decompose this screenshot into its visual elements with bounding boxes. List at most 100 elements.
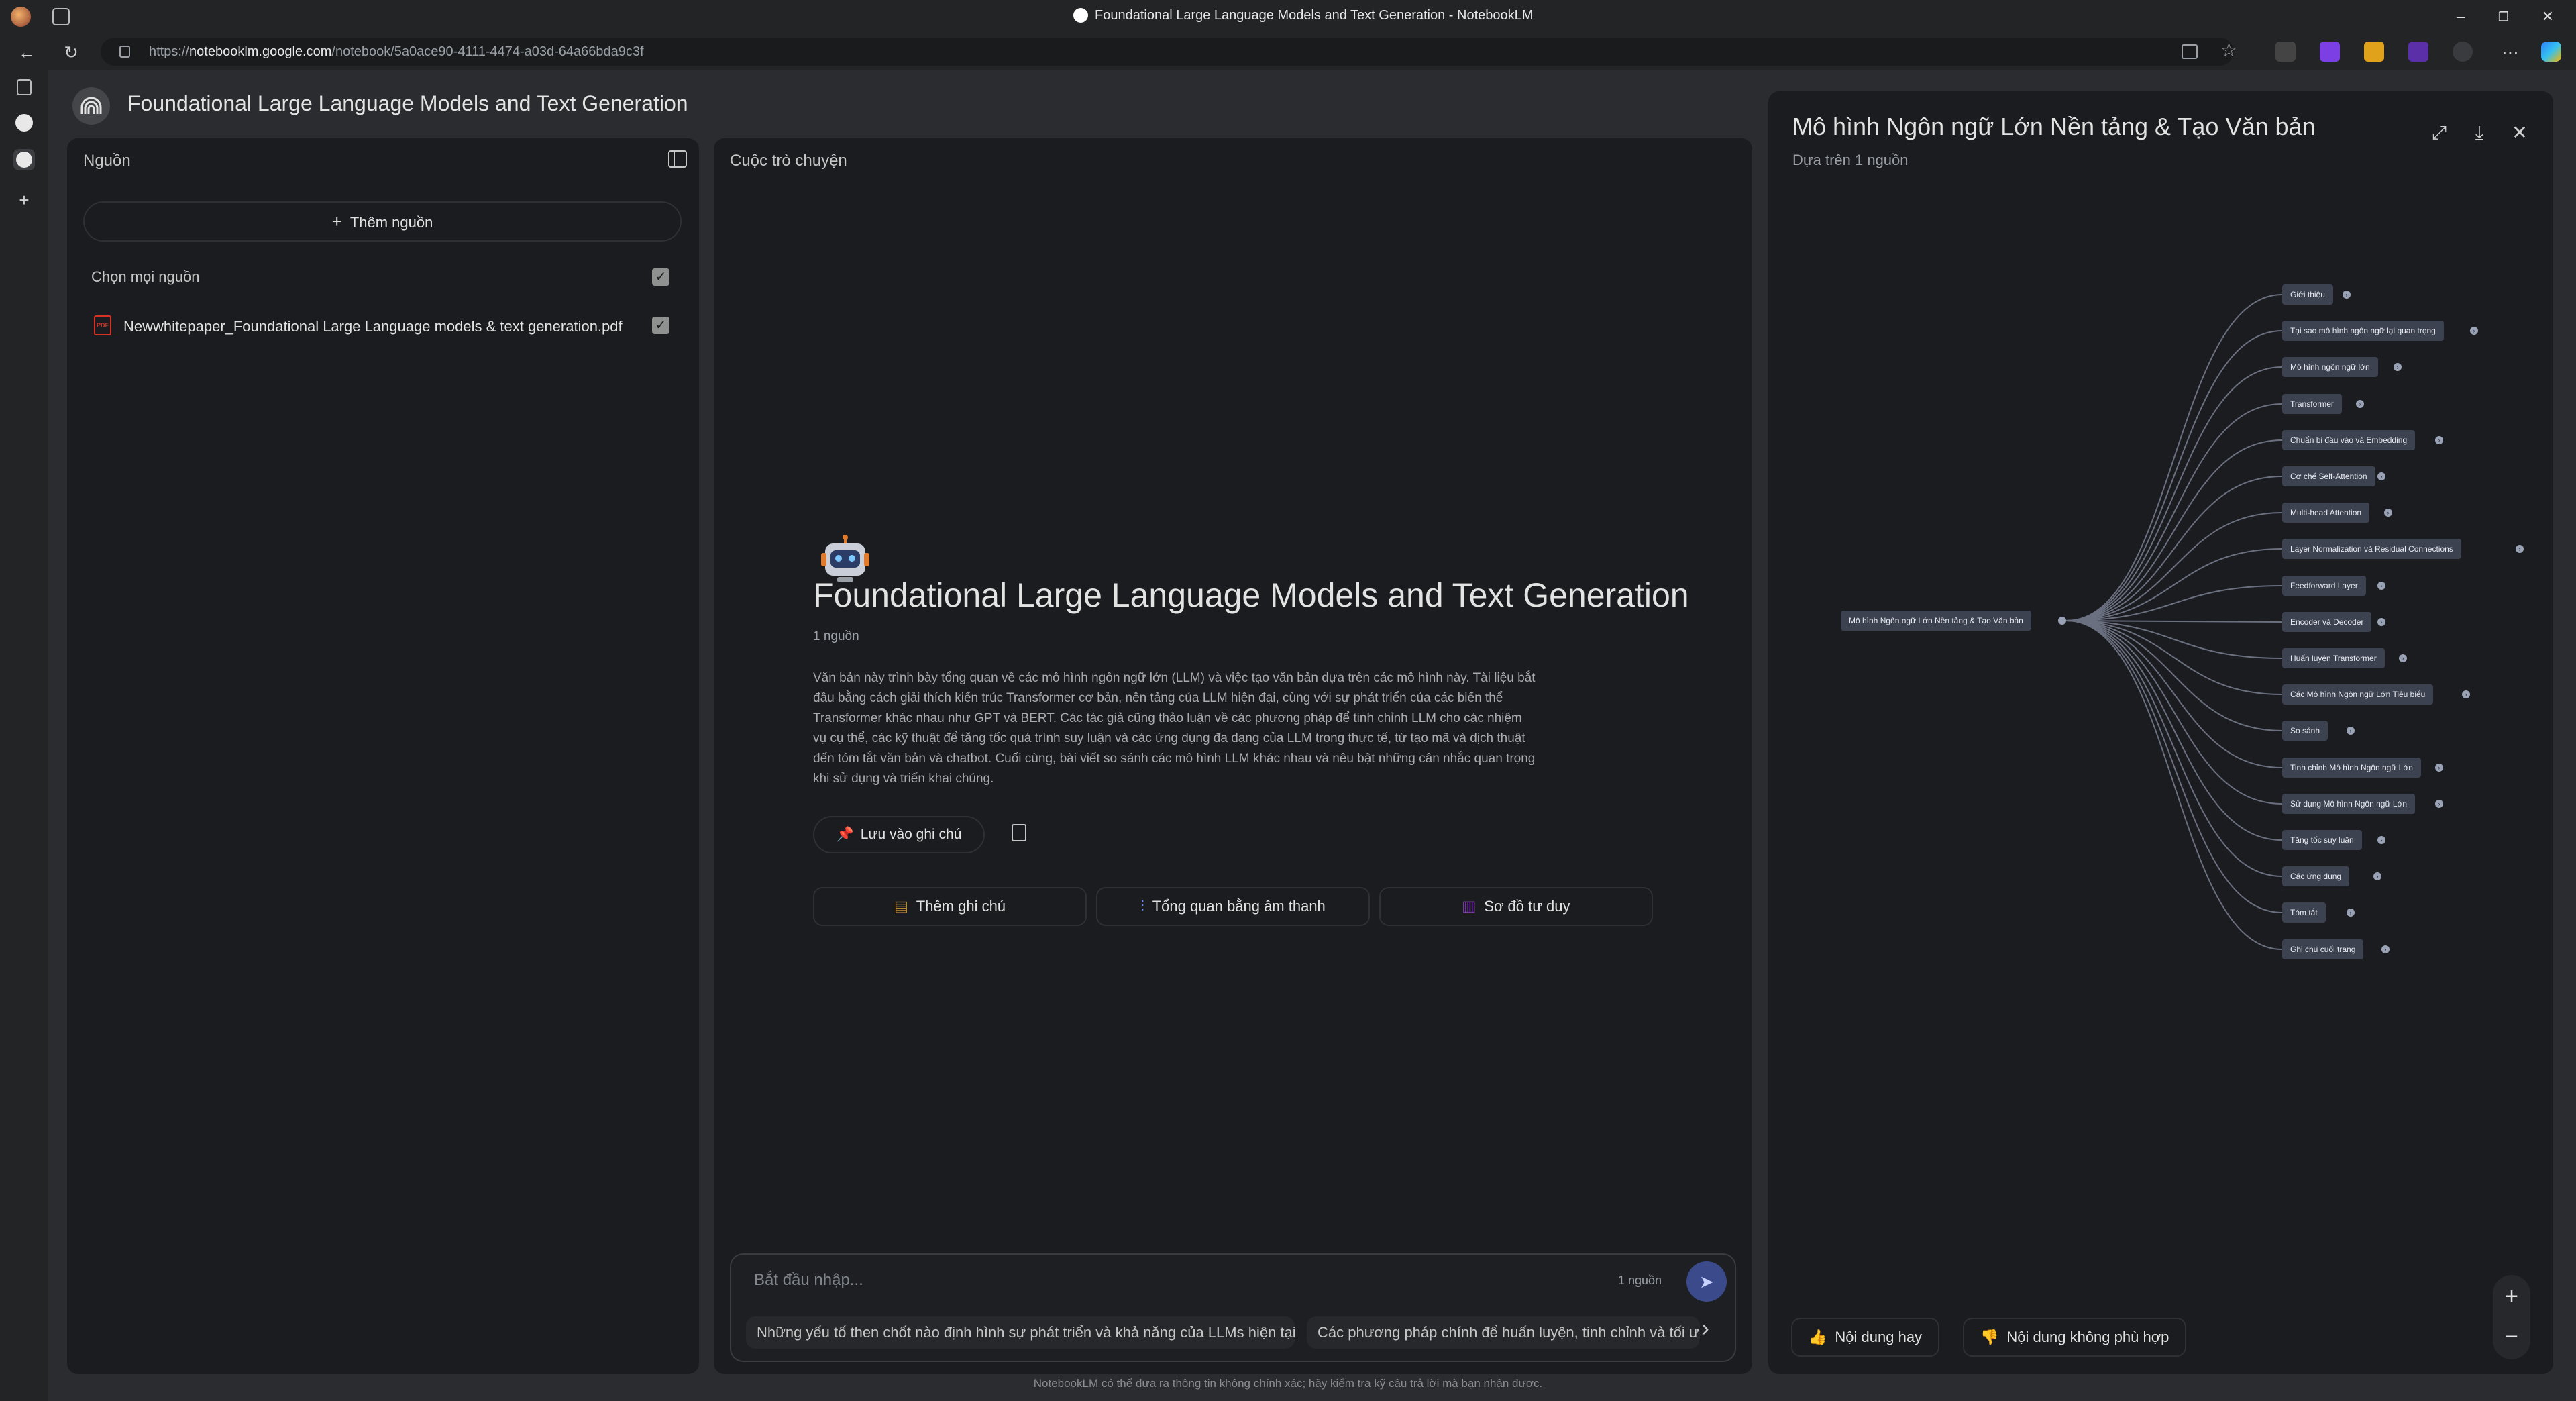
pdf-icon: PDF <box>94 315 111 335</box>
suggestion-chip[interactable]: Những yếu tố then chốt nào định hình sự … <box>746 1316 1295 1349</box>
lock-icon <box>119 46 130 58</box>
mind-map-node[interactable]: Giới thiệu <box>2282 284 2333 305</box>
mind-map-node[interactable]: Tăng tốc suy luận <box>2282 830 2362 850</box>
mind-map-expand-dot[interactable]: › <box>2356 400 2364 408</box>
good-content-button[interactable]: 👍 Nội dung hay <box>1791 1318 1940 1357</box>
restore-button[interactable]: ❐ <box>2490 5 2517 28</box>
collapse-panel-icon[interactable] <box>668 150 687 168</box>
tab-actions-icon[interactable] <box>17 79 32 95</box>
mind-map-edge <box>2065 366 2283 621</box>
back-button[interactable]: ← <box>13 39 40 66</box>
audio-overview-button[interactable]: ⫶ Tổng quan bằng âm thanh <box>1096 887 1370 926</box>
extension-icon[interactable] <box>2364 42 2384 62</box>
mind-map-root-node[interactable]: Mô hình Ngôn ngữ Lớn Nền tảng & Tạo Văn … <box>1841 611 2031 631</box>
mind-map-expand-dot[interactable]: › <box>2347 727 2355 735</box>
next-suggestions-button[interactable]: › <box>1701 1314 1709 1342</box>
mind-map-node[interactable]: Multi-head Attention <box>2282 503 2370 523</box>
chat-notebook-title: Foundational Large Language Models and T… <box>813 576 1689 614</box>
mind-map-expand-dot[interactable]: › <box>2435 764 2443 772</box>
extension-icon[interactable] <box>2320 42 2340 62</box>
add-source-button[interactable]: + Thêm nguồn <box>83 201 682 242</box>
extensions-puzzle-icon[interactable] <box>2453 42 2473 62</box>
mind-map-expand-dot[interactable]: › <box>2381 945 2390 953</box>
notebook-title[interactable]: Foundational Large Language Models and T… <box>127 91 688 116</box>
select-all-checkbox[interactable]: ✓ <box>652 268 669 286</box>
mind-map-expand-dot[interactable]: › <box>2377 836 2385 844</box>
chat-input[interactable]: Bắt đầu nhập... <box>754 1271 863 1290</box>
zoom-out-button[interactable]: − <box>2493 1318 2530 1355</box>
mind-map-edge <box>2065 620 2283 768</box>
mind-map-node[interactable]: Tóm tắt <box>2282 902 2326 923</box>
tab-notebooklm[interactable] <box>15 114 33 132</box>
mind-map-button[interactable]: ▥ Sơ đồ tư duy <box>1379 887 1653 926</box>
source-item-name[interactable]: Newwhitepaper_Foundational Large Languag… <box>123 318 623 335</box>
mind-map-node[interactable]: Transformer <box>2282 394 2342 414</box>
zoom-in-button[interactable]: + <box>2493 1278 2530 1315</box>
input-source-count: 1 nguồn <box>1618 1274 1662 1287</box>
copilot-icon[interactable] <box>2541 42 2561 62</box>
copy-icon[interactable] <box>1012 824 1026 841</box>
extension-icon[interactable] <box>2408 42 2428 62</box>
mind-map-node[interactable]: Feedforward Layer <box>2282 576 2366 596</box>
tab-notebooklm-active[interactable] <box>13 149 35 170</box>
mind-map-node[interactable]: Ghi chú cuối trang <box>2282 939 2364 959</box>
mind-map-edge <box>2065 294 2283 621</box>
mind-map-node[interactable]: Chuẩn bị đầu vào và Embedding <box>2282 430 2416 450</box>
select-all-label: Chọn mọi nguồn <box>91 268 200 285</box>
suggestion-chip[interactable]: Các phương pháp chính để huấn luyện, tin… <box>1307 1316 1700 1349</box>
mind-map-expand-dot[interactable]: › <box>2516 545 2524 553</box>
mind-map-edge <box>2065 620 2283 805</box>
url-text[interactable]: https://notebooklm.google.com/notebook/5… <box>149 44 644 60</box>
mind-map-expand-dot[interactable]: › <box>2470 327 2478 335</box>
send-button[interactable]: ➤ <box>1686 1261 1727 1302</box>
browser-menu-button[interactable]: ⋯ <box>2497 39 2524 66</box>
mind-map-node[interactable]: Layer Normalization và Residual Connecti… <box>2282 539 2461 559</box>
mind-map-expand-dot[interactable]: › <box>2347 909 2355 917</box>
reload-button[interactable]: ↻ <box>58 39 85 66</box>
mind-map-expand-dot[interactable]: › <box>2394 363 2402 371</box>
mind-map-expand-dot[interactable]: › <box>2377 582 2385 590</box>
reader-mode-icon[interactable] <box>2182 44 2198 59</box>
mind-map-node[interactable]: Tinh chỉnh Mô hình Ngôn ngữ Lớn <box>2282 758 2421 778</box>
bookmark-star-icon[interactable]: ☆ <box>2220 39 2237 61</box>
mind-map-node[interactable]: Cơ chế Self-Attention <box>2282 466 2375 486</box>
mind-map-node[interactable]: Các ứng dụng <box>2282 866 2350 886</box>
mind-map-edge <box>2065 439 2283 621</box>
extension-icon[interactable] <box>2275 42 2296 62</box>
window-title: Foundational Large Language Models and T… <box>1073 8 1533 23</box>
notebook-summary: Văn bản này trình bày tổng quan về các m… <box>813 671 1536 786</box>
workspace-icon[interactable] <box>52 8 70 25</box>
add-note-button[interactable]: ▤ Thêm ghi chú <box>813 887 1087 926</box>
mind-map-node[interactable]: Encoder và Decoder <box>2282 612 2372 632</box>
mind-map-node[interactable]: Các Mô hình Ngôn ngữ Lớn Tiêu biểu <box>2282 684 2434 705</box>
browser-profile-icon[interactable] <box>11 7 31 27</box>
save-to-note-button[interactable]: 📌 Lưu vào ghi chú <box>813 816 985 853</box>
mind-map-expand-dot[interactable]: › <box>2399 654 2407 662</box>
thumbs-down-icon: 👎 <box>1980 1329 1999 1345</box>
mind-map-node[interactable]: Huấn luyện Transformer <box>2282 648 2385 668</box>
minimize-button[interactable]: – <box>2447 5 2474 28</box>
bad-content-button[interactable]: 👎 Nội dung không phù hợp <box>1963 1318 2187 1357</box>
audio-waveform-icon: ⫶ <box>1140 898 1144 915</box>
mind-map-expand-dot[interactable]: › <box>2462 690 2470 698</box>
mind-map-node[interactable]: Mô hình ngôn ngữ lớn <box>2282 357 2378 377</box>
window-close-button[interactable]: ✕ <box>2534 5 2561 28</box>
mind-map-node[interactable]: Tại sao mô hình ngôn ngữ lại quan trọng <box>2282 321 2444 341</box>
mind-map-expand-dot[interactable]: › <box>2373 872 2381 880</box>
mind-map-expand-dot[interactable]: › <box>2384 509 2392 517</box>
mind-map-expand-dot[interactable]: › <box>2435 436 2443 444</box>
notebooklm-logo-icon <box>80 97 102 114</box>
mind-map-expand-dot[interactable]: › <box>2377 618 2385 626</box>
note-icon: ▤ <box>894 898 908 915</box>
mind-map-expand-dot[interactable]: › <box>2435 800 2443 808</box>
mind-map-node[interactable]: Sử dụng Mô hình Ngôn ngữ Lớn <box>2282 794 2416 814</box>
mind-map-node[interactable]: So sánh <box>2282 721 2328 741</box>
mind-map-root-collapse-dot[interactable] <box>2058 617 2066 625</box>
notebooklm-logo-icon[interactable] <box>72 87 110 125</box>
source-item-checkbox[interactable]: ✓ <box>652 317 669 334</box>
mind-map-expand-dot[interactable]: › <box>2343 291 2351 299</box>
pin-icon: 📌 <box>836 827 854 842</box>
mind-map-expand-dot[interactable]: › <box>2377 472 2385 480</box>
new-tab-button[interactable]: + <box>11 187 38 213</box>
mind-map-edges <box>2065 294 2283 950</box>
